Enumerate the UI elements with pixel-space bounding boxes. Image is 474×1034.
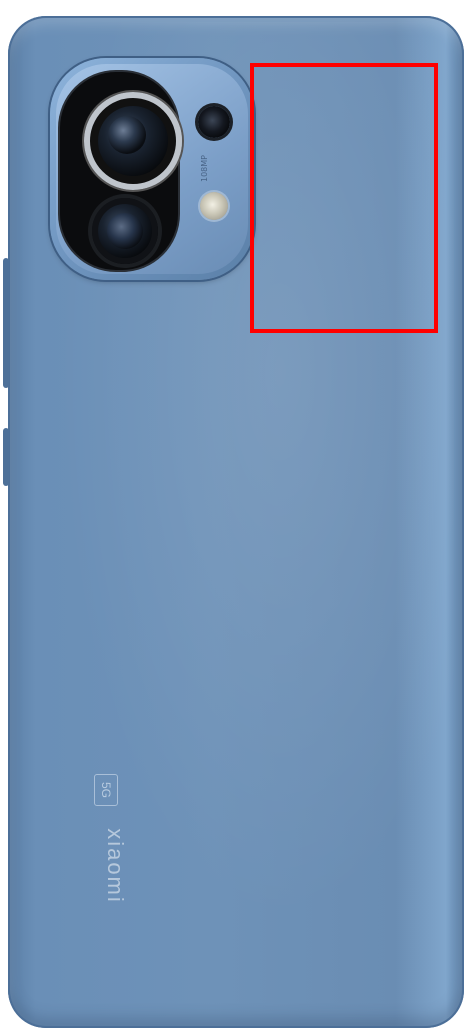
main-lens-glass — [108, 116, 146, 154]
5g-badge-label: 5G — [98, 781, 113, 799]
highlight-box — [250, 63, 438, 333]
brand-logo-text: xiaomi — [103, 828, 128, 904]
power-button — [3, 428, 9, 486]
macro-camera-lens — [198, 106, 230, 138]
ultrawide-camera-lens — [92, 198, 158, 264]
ultrawide-lens-glass — [107, 213, 143, 249]
lens-housing — [60, 72, 182, 270]
brand-area: 5G xiaomi — [94, 774, 128, 934]
volume-button — [3, 258, 9, 388]
camera-module: 108MP — [50, 58, 254, 280]
camera-spec-text: 108MP — [200, 155, 209, 182]
flash-icon — [200, 192, 228, 220]
product-image-stage: 108MP 5G xiaomi — [0, 0, 474, 1034]
5g-badge: 5G — [94, 774, 118, 806]
main-camera-lens — [84, 92, 182, 190]
